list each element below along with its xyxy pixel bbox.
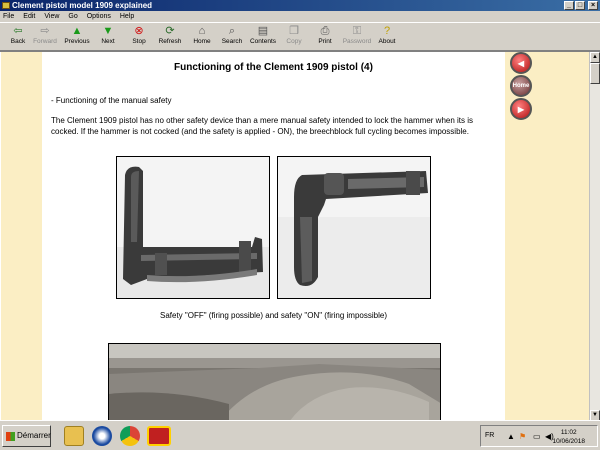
nav-home-label: Home: [512, 83, 530, 89]
forward-arrow-icon: ⇨: [40, 25, 50, 37]
menu-edit[interactable]: Edit: [23, 11, 35, 22]
menu-options[interactable]: Options: [87, 11, 111, 22]
photo-caption: Safety "OFF" (firing possible) and safet…: [160, 311, 387, 320]
thunderbird-icon[interactable]: [92, 426, 112, 446]
taskbar: Démarrer FR ▲ ⚑ ▭ ◀) 11:02 10/06/2018: [0, 420, 600, 450]
about-button[interactable]: ? About: [369, 25, 405, 51]
windows-logo-icon: [6, 432, 15, 441]
body-paragraph: The Clement 1909 pistol has no other saf…: [51, 116, 474, 136]
menu-go[interactable]: Go: [68, 11, 77, 22]
nav-previous-button[interactable]: ◀: [510, 52, 532, 74]
menu-bar: File Edit View Go Options Help: [0, 11, 600, 22]
scroll-up-button[interactable]: ▲: [590, 52, 600, 63]
close-button[interactable]: ×: [588, 1, 598, 10]
language-indicator[interactable]: FR: [485, 432, 494, 439]
help-viewer-icon[interactable]: [147, 426, 171, 446]
app-icon: [2, 2, 10, 9]
menu-help[interactable]: Help: [120, 11, 134, 22]
page-title: Functioning of the Clement 1909 pistol (…: [174, 62, 373, 73]
start-label: Démarrer: [17, 431, 51, 440]
forward-button[interactable]: ⇨ Forward: [27, 25, 63, 51]
start-button[interactable]: Démarrer: [2, 425, 51, 447]
nav-next-button[interactable]: ▶: [510, 98, 532, 120]
vertical-scrollbar[interactable]: ▲ ▼: [589, 52, 600, 421]
content-area: Functioning of the Clement 1909 pistol (…: [0, 51, 600, 421]
file-explorer-icon[interactable]: [64, 426, 84, 446]
system-tray: FR ▲ ⚑ ▭ ◀) 11:02 10/06/2018: [480, 425, 598, 447]
arrow-right-icon: ▶: [517, 104, 525, 114]
refresh-button[interactable]: ⟳ Refresh: [152, 25, 188, 51]
chrome-icon[interactable]: [120, 426, 140, 446]
safety-on-photo: [277, 156, 431, 299]
action-center-icon[interactable]: ⚑: [519, 432, 526, 441]
refresh-icon: ⟳: [165, 25, 175, 37]
clock-time: 11:02: [560, 429, 577, 436]
arrow-left-icon: ◀: [517, 58, 525, 68]
menu-view[interactable]: View: [44, 11, 59, 22]
window-titlebar: Clement pistol model 1909 explained _ □ …: [0, 0, 600, 11]
menu-file[interactable]: File: [3, 11, 14, 22]
left-margin: [1, 52, 42, 421]
clock[interactable]: 11:02 10/06/2018: [552, 428, 585, 446]
closeup-photo: [108, 343, 441, 421]
maximize-button[interactable]: □: [575, 1, 585, 10]
right-nav-panel: ◀ Home ▶: [505, 52, 589, 421]
window-title: Clement pistol model 1909 explained: [12, 1, 153, 10]
nav-home-button[interactable]: Home: [510, 75, 532, 97]
safety-off-photo: [116, 156, 270, 299]
minimize-button[interactable]: _: [564, 1, 574, 10]
print-button[interactable]: ⎙ Print: [307, 25, 343, 51]
clock-date: 10/06/2018: [552, 438, 585, 445]
tray-expand-icon[interactable]: ▲: [507, 432, 515, 441]
about-icon: ?: [383, 25, 391, 37]
scroll-thumb[interactable]: [590, 63, 600, 84]
print-icon: ⎙: [320, 25, 330, 37]
section-heading: - Functioning of the manual safety: [51, 96, 172, 105]
toolbar: ⇦ Back ⇨ Forward ▲ Previous ▼ Next ⊗ Sto…: [0, 22, 600, 51]
network-icon[interactable]: ▭: [533, 432, 541, 441]
page-body: Functioning of the Clement 1909 pistol (…: [42, 52, 505, 421]
